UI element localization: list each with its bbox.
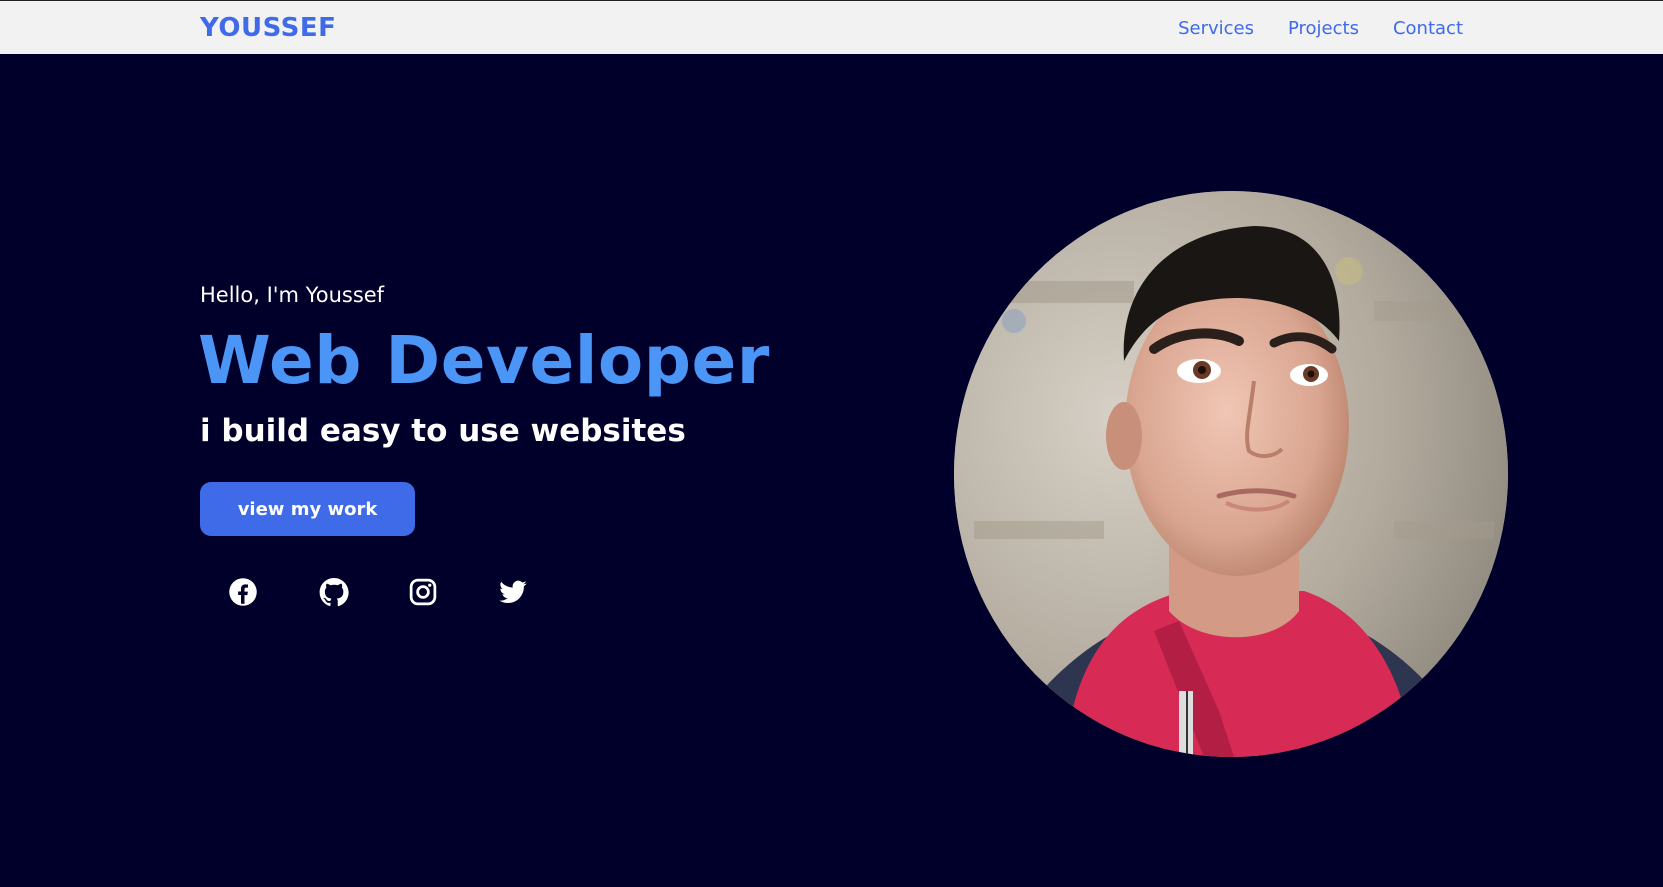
nav-link-services[interactable]: Services bbox=[1178, 18, 1254, 39]
nav-link-contact[interactable]: Contact bbox=[1393, 18, 1463, 39]
logo[interactable]: YOUSSEF bbox=[200, 13, 336, 43]
profile-photo bbox=[954, 191, 1508, 757]
hero-subtitle: i build easy to use websites bbox=[200, 413, 686, 449]
nav-links: Services Projects Contact bbox=[1178, 18, 1463, 39]
navbar: YOUSSEF Services Projects Contact bbox=[0, 0, 1663, 54]
hero-greeting: Hello, I'm Youssef bbox=[200, 283, 385, 307]
portrait-illustration bbox=[954, 191, 1508, 757]
view-my-work-button[interactable]: view my work bbox=[200, 482, 415, 536]
facebook-icon[interactable] bbox=[225, 574, 261, 610]
hero-title: Web Developer bbox=[198, 322, 770, 399]
nav-link-projects[interactable]: Projects bbox=[1288, 18, 1359, 39]
twitter-icon[interactable] bbox=[495, 574, 531, 610]
instagram-icon[interactable] bbox=[405, 574, 441, 610]
github-icon[interactable] bbox=[316, 574, 352, 610]
